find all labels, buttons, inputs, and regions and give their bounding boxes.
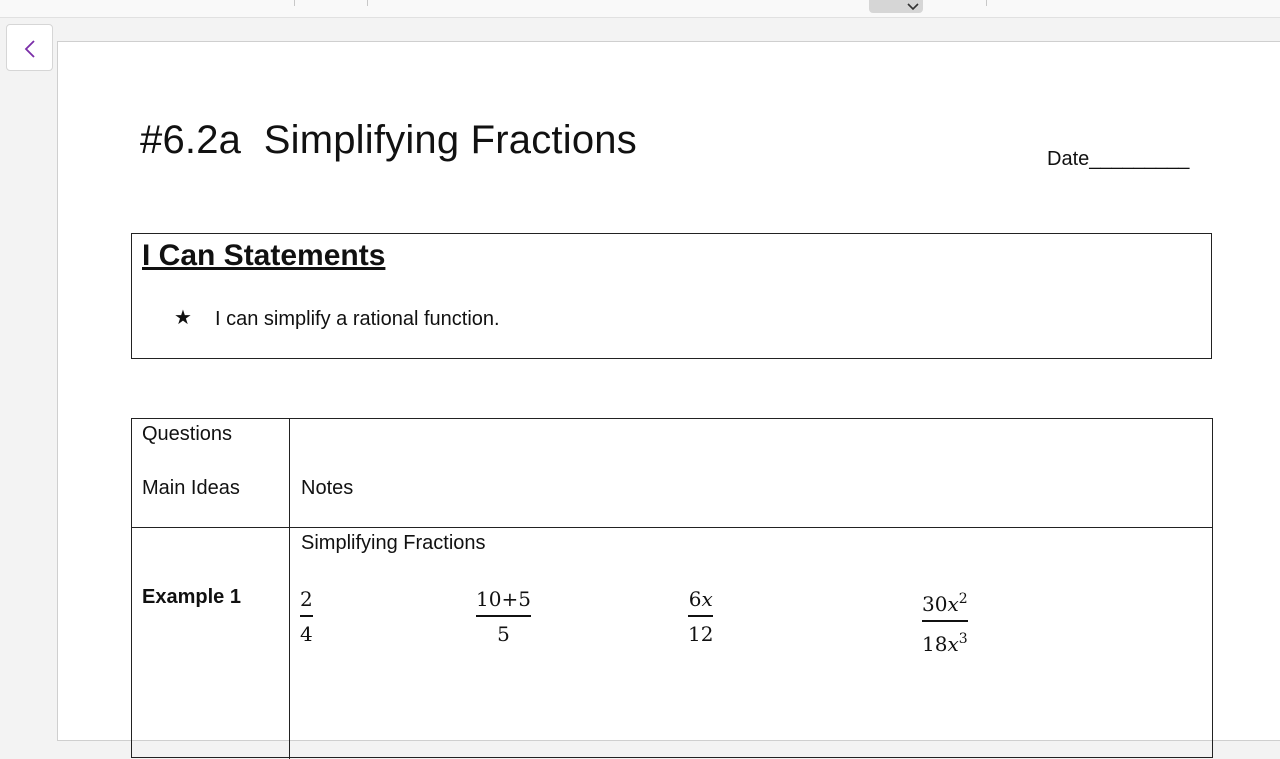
date-field-label: Date_________ [1047, 148, 1190, 170]
table-column-divider [289, 419, 290, 759]
back-button[interactable] [6, 24, 53, 71]
document-title: #6.2a Simplifying Fractions [140, 118, 637, 162]
header-questions: Questions [142, 423, 233, 445]
fraction-3-numerator: 6x [688, 587, 713, 611]
star-icon: ★ [174, 307, 192, 329]
fraction-bar [300, 615, 313, 617]
toolbar-separator [367, 0, 368, 6]
table-row-divider [132, 527, 1212, 528]
header-main-ideas: Main Ideas [142, 477, 240, 499]
i-can-item: I can simplify a rational function. [215, 308, 500, 330]
fraction-1-denominator: 4 [300, 622, 313, 646]
fraction-4: 30x2 18x3 [922, 586, 968, 657]
fraction-2-denominator: 5 [497, 622, 510, 646]
fraction-1: 2 4 [300, 586, 313, 647]
i-can-heading: I Can Statements [142, 239, 386, 272]
fraction-bar [476, 615, 531, 617]
toolbar-separator [294, 0, 295, 6]
fraction-3: 6x 12 [688, 586, 714, 647]
fraction-3-denominator: 12 [688, 622, 714, 646]
chevron-down-icon [907, 3, 919, 11]
section-title: Simplifying Fractions [301, 532, 486, 554]
top-toolbar [0, 0, 1280, 18]
fraction-bar [922, 620, 968, 622]
fraction-4-denominator: 18x3 [922, 631, 968, 656]
document-page: #6.2a Simplifying Fractions Date________… [57, 41, 1280, 759]
fraction-2-numerator: 10+5 [476, 587, 531, 611]
fraction-4-numerator: 30x2 [922, 591, 968, 616]
toolbar-dropdown[interactable] [869, 0, 923, 13]
cornell-notes-table: Questions Main Ideas Notes Simplifying F… [131, 418, 1213, 759]
i-can-statements-box: I Can Statements ★ I can simplify a rati… [131, 233, 1212, 359]
chevron-left-icon [24, 40, 35, 58]
fraction-2: 10+5 5 [476, 586, 531, 647]
fraction-bar [688, 615, 714, 617]
fraction-1-numerator: 2 [300, 587, 313, 611]
example-label: Example 1 [142, 586, 241, 608]
header-notes: Notes [301, 477, 354, 499]
toolbar-separator [986, 0, 987, 6]
